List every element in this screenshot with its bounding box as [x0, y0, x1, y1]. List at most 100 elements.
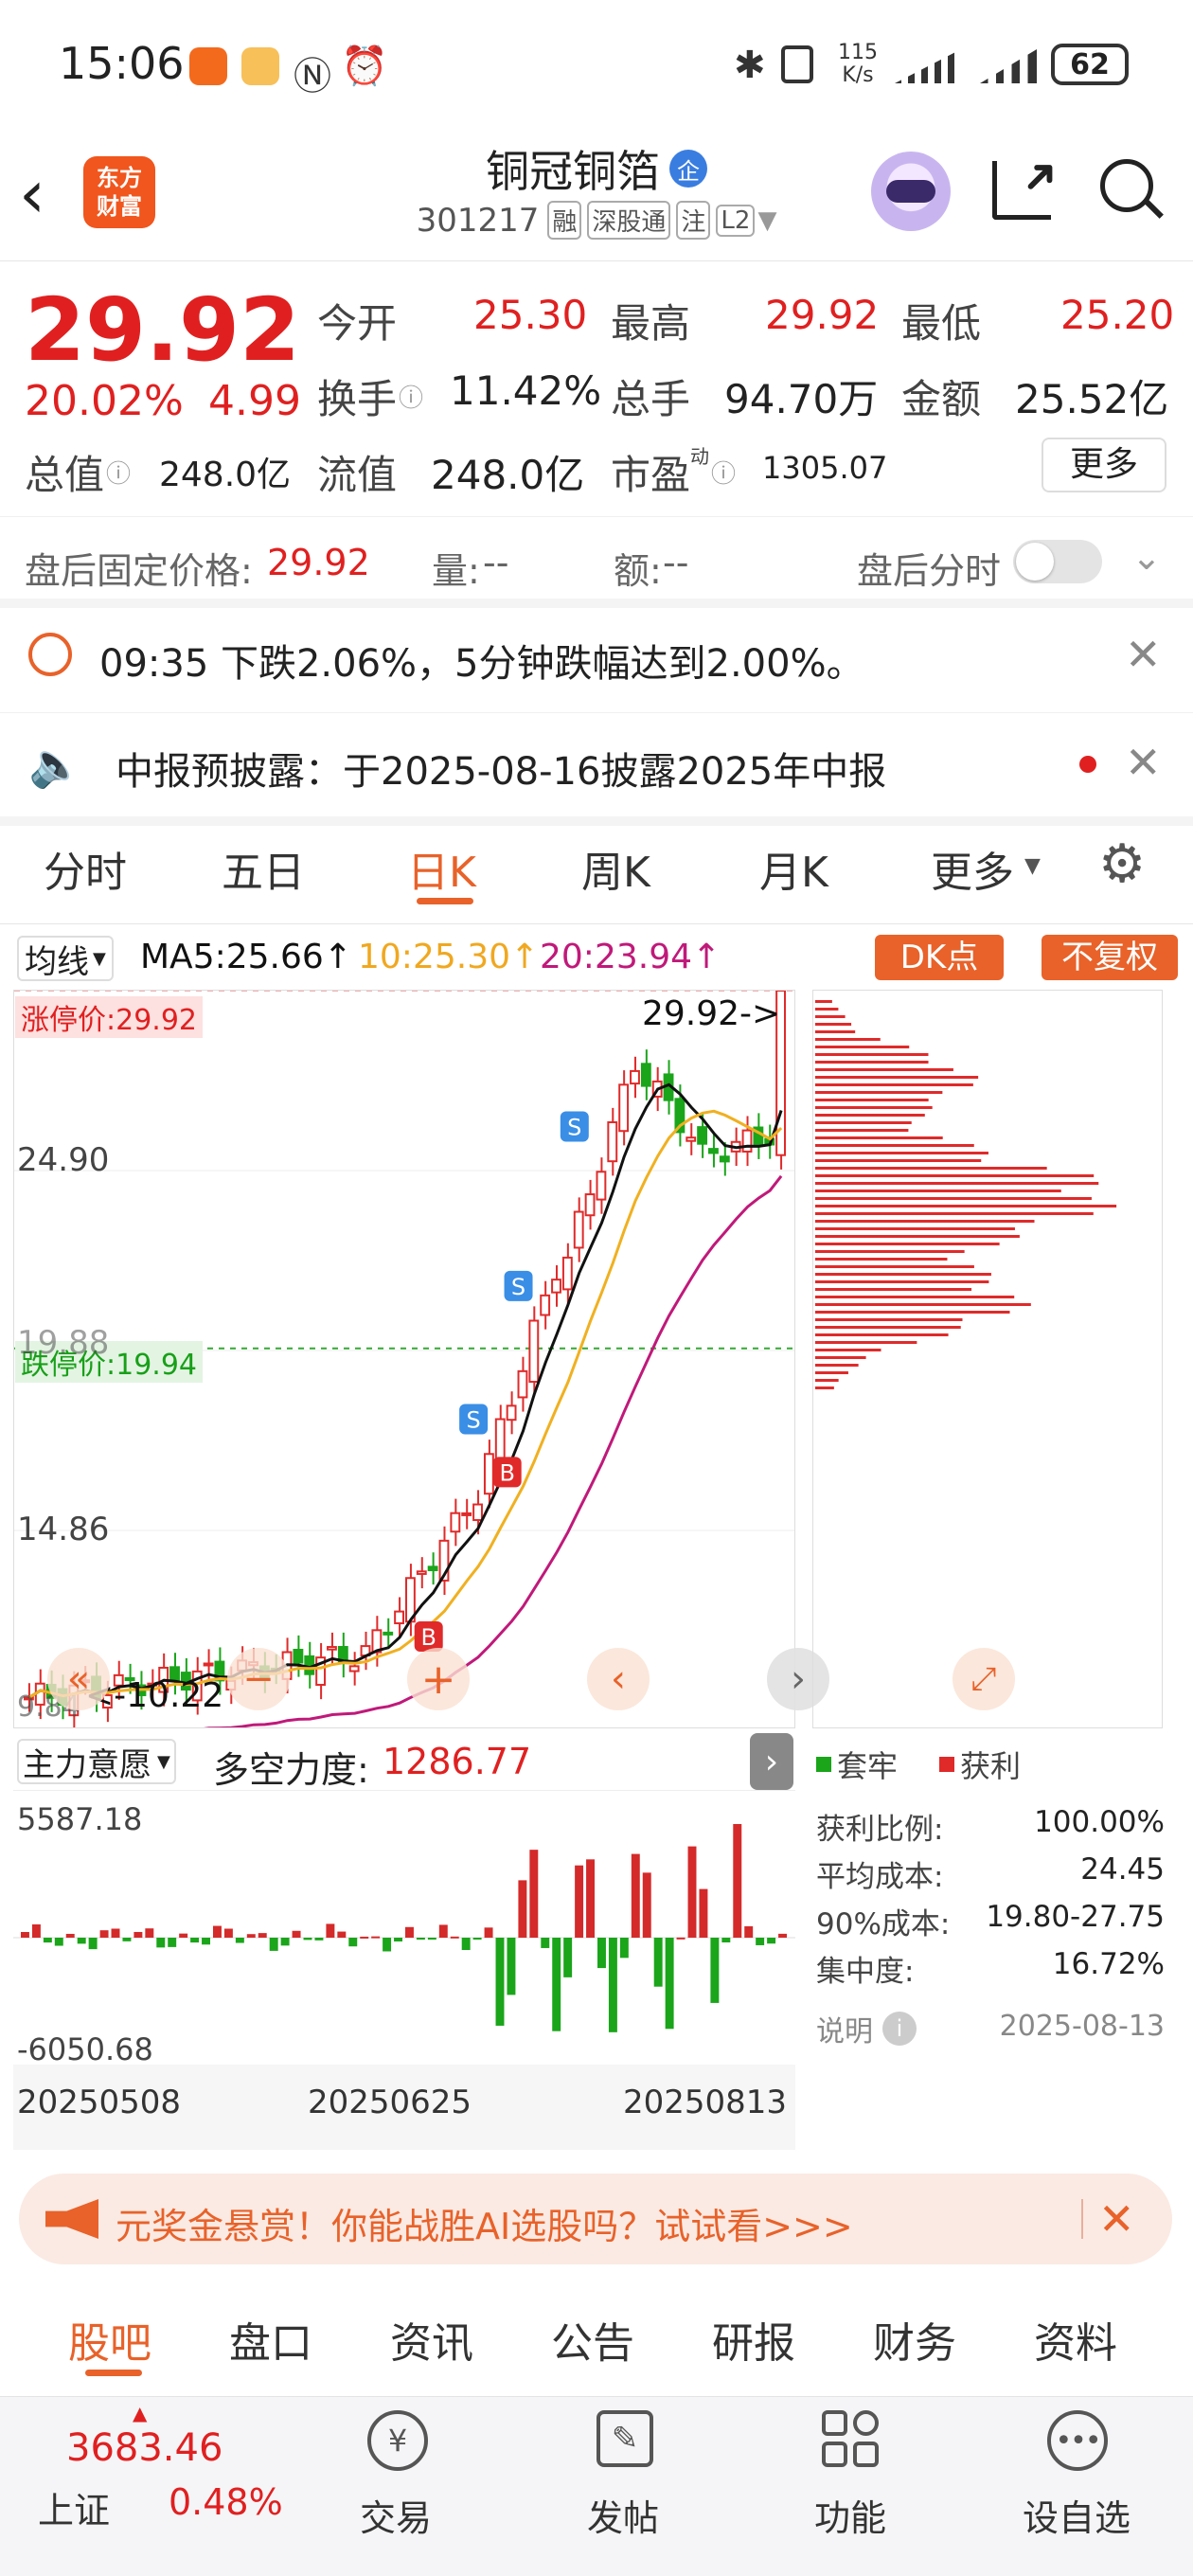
tab-financials[interactable]: 财务 [873, 2309, 956, 2370]
after-hours-toggle-label: 盘后分时 [857, 550, 1002, 592]
sub-bar [383, 1938, 392, 1952]
sub-bar [563, 1938, 573, 1977]
chip-bar [815, 1333, 949, 1336]
chip-bar [815, 1023, 852, 1026]
alert-text-2[interactable]: 中报预披露：于2025-08-16披露2025年中报 [116, 741, 886, 796]
more-button[interactable]: 更多 [1042, 438, 1166, 492]
sub-bar [676, 1937, 686, 1940]
index-value[interactable]: 3683.46 [66, 2426, 223, 2470]
nav-post[interactable]: 发帖 [587, 2489, 659, 2541]
sub-bar [541, 1938, 550, 1948]
tag-level2: L2 [716, 204, 756, 237]
tab-more[interactable]: 更多 [931, 838, 1014, 899]
expand-right-button[interactable]: › [750, 1733, 793, 1790]
settings-gear-icon[interactable]: ⚙ [1098, 838, 1146, 891]
after-hours-amt: -- [663, 542, 689, 583]
battery-icon: 62 [1051, 44, 1129, 85]
close-icon[interactable]: ✕ [1125, 629, 1162, 680]
post-icon[interactable]: ✎ [596, 2410, 653, 2467]
info-icon[interactable]: ⓘ [711, 455, 736, 490]
tab-profile[interactable]: 资料 [1034, 2309, 1117, 2370]
trade-icon[interactable]: ¥ [367, 2410, 428, 2471]
tab-intraday[interactable]: 分时 [44, 838, 127, 899]
trade-marker-label: S [511, 1274, 525, 1300]
candle-body [472, 1503, 483, 1522]
unread-dot [1079, 756, 1096, 773]
chip-bar [815, 1038, 881, 1041]
tab-orderbook[interactable]: 盘口 [229, 2309, 312, 2370]
signal-icon-2 [980, 49, 1037, 83]
info-icon: i [882, 2012, 917, 2046]
chip-bar [815, 1068, 953, 1071]
chip-bar [815, 1288, 972, 1291]
tab-weekly-k[interactable]: 周K [581, 838, 650, 899]
zoom-in-button[interactable]: + [407, 1648, 470, 1710]
chip-bar [815, 1356, 866, 1359]
info-icon[interactable]: ⓘ [106, 455, 131, 490]
candle-body [450, 1512, 461, 1533]
chip-date: 2025-08-13 [999, 2010, 1165, 2043]
tab-monthly-k[interactable]: 月K [759, 838, 828, 899]
prev-button[interactable]: ‹ [587, 1648, 650, 1710]
sub-bar [235, 1938, 244, 1943]
info-icon[interactable]: ⓘ [399, 379, 423, 414]
banner-text[interactable]: 元奖金悬赏！你能战胜AI选股吗？试试看>>> [116, 2197, 853, 2249]
dropdown-icon[interactable]: ▼ [757, 206, 776, 235]
tag-connect: 深股通 [587, 201, 671, 240]
chip-bar [815, 1235, 1020, 1238]
candle-body [517, 1369, 528, 1399]
chip-bar [815, 1386, 834, 1389]
active-tab-indicator [417, 898, 473, 904]
sub-indicator-value: 1286.77 [383, 1741, 532, 1782]
tab-forum[interactable]: 股吧 [68, 2309, 151, 2370]
zoom-out-button[interactable]: − [227, 1648, 290, 1710]
chip-bar [815, 1129, 909, 1132]
mktcap-label: 总值 ⓘ [25, 452, 132, 498]
alert-text-1[interactable]: 09:35 下跌2.06%，5分钟跌幅达到2.00%。 [99, 633, 864, 688]
nav-functions[interactable]: 功能 [814, 2489, 886, 2541]
index-name[interactable]: 上证 [38, 2481, 110, 2533]
after-hours-toggle[interactable] [1013, 540, 1102, 583]
dk-points-button[interactable]: DK点 [875, 935, 1004, 980]
candle-body [708, 1148, 719, 1154]
sub-indicator-select[interactable]: 主力意愿 ▼ [17, 1739, 176, 1784]
sub-bar [202, 1938, 210, 1945]
chip-bar [815, 1364, 859, 1367]
sub-bar [653, 1938, 663, 1987]
dropdown-icon: ▼ [1024, 854, 1041, 878]
open-label: 今开 [317, 300, 398, 347]
robot-assistant-icon[interactable] [871, 152, 951, 231]
tab-news[interactable]: 资讯 [390, 2309, 473, 2370]
tab-daily-k[interactable]: 日K [407, 838, 476, 899]
ma-select[interactable]: 均线 ▼ [17, 936, 114, 981]
rewind-button[interactable]: « [47, 1648, 110, 1710]
candle-body [697, 1126, 708, 1145]
sub-bar [450, 1936, 459, 1939]
tab-research[interactable]: 研报 [712, 2309, 795, 2370]
chip-bar [815, 1174, 1095, 1177]
chip-stat-value-2: 24.45 [1080, 1852, 1165, 1887]
volume-value: 94.70万 [724, 376, 879, 422]
more-dots-icon[interactable]: ••• [1047, 2410, 1108, 2471]
chip-bar [815, 1046, 910, 1048]
tab-announcements[interactable]: 公告 [551, 2309, 634, 2370]
ma5-line [28, 1082, 783, 1699]
tab-five-day[interactable]: 五日 [222, 838, 305, 899]
sub-bar [88, 1938, 98, 1950]
chip-bar [815, 1220, 1035, 1223]
no-adjust-button[interactable]: 不复权 [1042, 935, 1178, 980]
chip-distribution[interactable] [812, 990, 1163, 1728]
grid-apps-icon[interactable] [822, 2410, 879, 2467]
nav-add-watchlist[interactable]: 设自选 [1023, 2489, 1131, 2541]
nav-trade[interactable]: 交易 [360, 2489, 432, 2541]
close-icon[interactable]: ✕ [1098, 2193, 1135, 2245]
candle-body [394, 1610, 405, 1625]
close-icon[interactable]: ✕ [1125, 737, 1162, 788]
candle-body [573, 1210, 584, 1249]
sub-bar [31, 1923, 41, 1938]
alarm-clock-icon [28, 633, 72, 676]
chip-note[interactable]: 说明 i [816, 2008, 917, 2049]
sub-bar [111, 1928, 120, 1938]
expand-chevron-icon[interactable]: ⌄ [1131, 536, 1162, 578]
sub-bar [575, 1865, 584, 1938]
